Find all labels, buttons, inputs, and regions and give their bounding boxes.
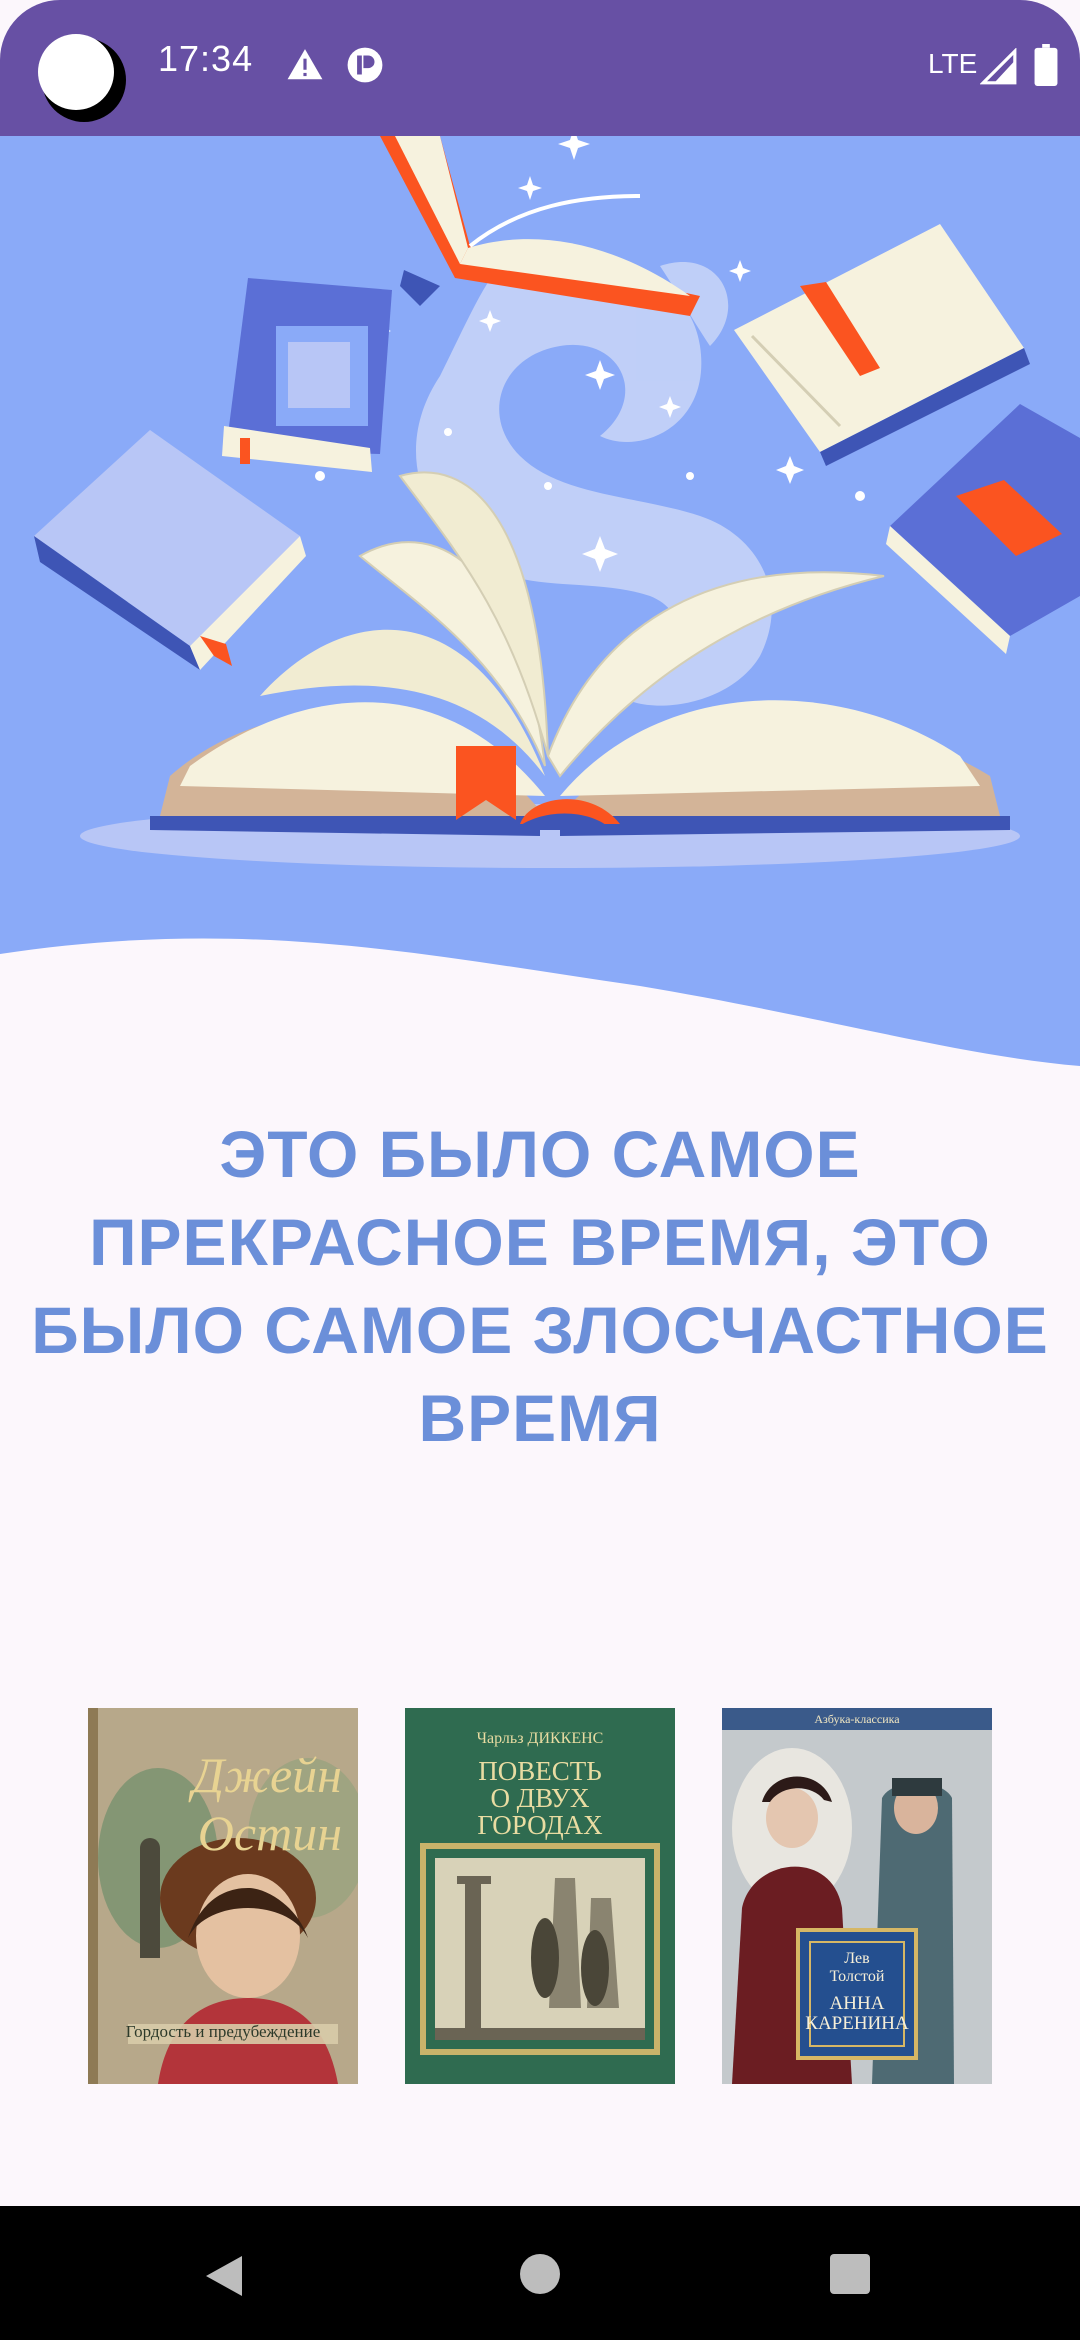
headline-line: БЫЛО САМОЕ ЗЛОСЧАСТНОЕ [31, 1293, 1049, 1367]
cover-series: Азбука-классика [814, 1712, 900, 1726]
status-bar: 17:34 LTE [0, 0, 1080, 136]
cover-title-line: ПОВЕСТЬ [478, 1756, 602, 1786]
home-button[interactable] [520, 2254, 560, 2294]
warning-icon [287, 49, 323, 80]
headline-line: ВРЕМЯ [418, 1381, 662, 1455]
flying-book-left-top [222, 278, 392, 472]
system-nav-bar [0, 2206, 1080, 2340]
headline-quote: ЭТО БЫЛО САМОЕ ПРЕКРАСНОЕ ВРЕМЯ, ЭТО БЫЛ… [0, 1110, 1080, 1462]
book-covers-row: Джейн Остин Гордость и предубеждение Чар… [0, 1708, 1080, 2086]
cover-author: Чарльз ДИККЕНС [476, 1730, 604, 1747]
headline-line: ПРЕКРАСНОЕ ВРЕМЯ, ЭТО [89, 1205, 991, 1279]
camera-cutout-icon [38, 34, 126, 122]
book-cover-anna-karenina[interactable]: Азбука-классика Лев Толстой АННА КАРЕНИН… [722, 1708, 992, 2084]
cover-author: Джейн Остин [192, 1747, 342, 1861]
cover-title-line: КАРЕНИНА [805, 2013, 909, 2034]
book-cover-tale-of-two-cities[interactable]: Чарльз ДИККЕНС ПОВЕСТЬ О ДВУХ ГОРОДАХ [405, 1708, 675, 2084]
cover-title-line: ГОРОДАХ [477, 1810, 603, 1840]
clock: 17:34 [158, 38, 254, 79]
signal-icon [980, 48, 1017, 85]
cover-title: Гордость и предубеждение [125, 2022, 321, 2041]
cover-title: АННА КАРЕНИНА [722, 1994, 992, 2034]
network-type: LTE [928, 48, 978, 79]
headline-line: ЭТО БЫЛО САМОЕ [219, 1117, 861, 1191]
app-notification-icon [347, 47, 383, 83]
cover-title-line: АННА [829, 1993, 885, 2014]
cover-title: ПОВЕСТЬ О ДВУХ ГОРОДАХ [405, 1758, 675, 1839]
recents-button[interactable] [830, 2254, 870, 2294]
hero-illustration [0, 136, 1080, 1066]
battery-icon [1034, 44, 1058, 86]
book-cover-pride-and-prejudice[interactable]: Джейн Остин Гордость и предубеждение [88, 1708, 358, 2084]
cover-title-line: О ДВУХ [490, 1783, 590, 1813]
back-icon[interactable] [202, 2254, 246, 2298]
cover-author: Лев Толстой [829, 1950, 885, 1985]
